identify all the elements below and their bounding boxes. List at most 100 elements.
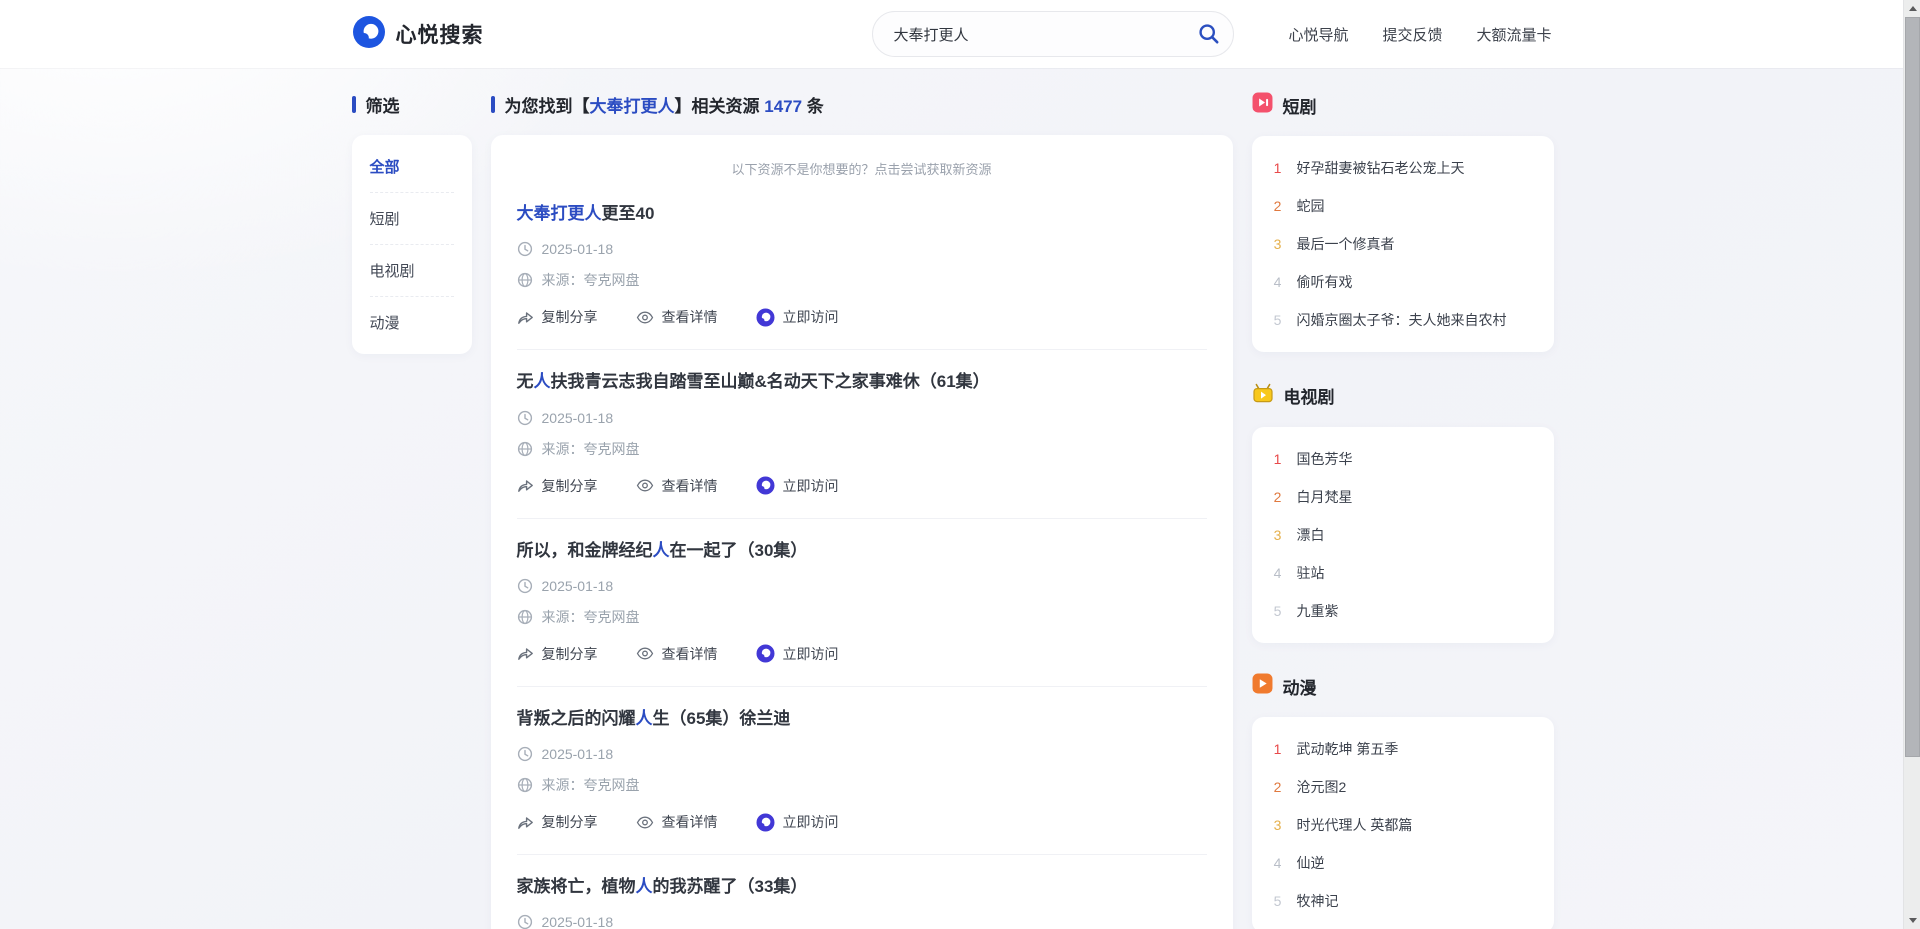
rank-group-heading: 电视剧	[1252, 382, 1554, 409]
results-heading: 为您找到【大奉打更人】相关资源 1477 条	[490, 92, 1233, 117]
result-title[interactable]: 大奉打更人更至40	[517, 203, 1207, 224]
result-date: 2025-01-18	[541, 241, 614, 258]
filter-item[interactable]: 短剧	[369, 193, 454, 245]
result-actions: 复制分享 查看详情 立即访问	[517, 307, 1207, 327]
copy-share-button[interactable]: 复制分享	[517, 644, 598, 664]
result-date-row: 2025-01-18	[517, 746, 1207, 762]
copy-share-button[interactable]: 复制分享	[517, 812, 598, 832]
heading-accent-bar	[490, 96, 495, 113]
logo[interactable]: 心悦搜索	[352, 15, 484, 54]
heading-accent-bar	[351, 96, 356, 113]
rank-number: 2	[1273, 779, 1282, 795]
rank-item[interactable]: 1 国色芳华	[1272, 440, 1534, 478]
view-detail-button[interactable]: 查看详情	[636, 644, 718, 664]
rank-group-heading: 短剧	[1252, 92, 1554, 118]
quark-disk-icon	[756, 813, 774, 831]
share-icon	[517, 648, 533, 661]
result-actions: 复制分享 查看详情 立即访问	[517, 476, 1207, 496]
rank-group: 短剧 1 好孕甜妻被钻石老公宠上天 2 蛇园 3 最后一个修真者 4 偷听有戏 5 闪婚京圈太子爷…	[1251, 92, 1554, 352]
rank-number: 4	[1273, 855, 1282, 871]
scrollbar-down-button[interactable]	[1904, 912, 1920, 929]
rank-item[interactable]: 3 最后一个修真者	[1272, 225, 1534, 263]
rank-item-label: 沧元图2	[1296, 779, 1347, 795]
rank-item[interactable]: 4 驻站	[1272, 554, 1534, 592]
rank-item[interactable]: 5 牧神记	[1272, 882, 1534, 920]
rank-item-label: 国色芳华	[1296, 451, 1353, 467]
copy-share-button[interactable]: 复制分享	[517, 307, 598, 327]
result-date-row: 2025-01-18	[517, 241, 1207, 257]
clock-icon	[517, 578, 532, 593]
result-source-row: 来源：夸克网盘	[517, 439, 1207, 459]
quark-disk-icon	[756, 644, 774, 663]
filter-heading-label: 筛选	[365, 97, 400, 116]
logo-text: 心悦搜索	[395, 24, 484, 47]
rank-item-label: 白月梵星	[1296, 489, 1353, 505]
share-icon	[517, 816, 533, 829]
globe-icon	[517, 441, 532, 456]
logo-icon	[352, 15, 386, 54]
rank-number: 2	[1273, 489, 1282, 505]
rank-item[interactable]: 1 武动乾坤 第五季	[1272, 730, 1534, 768]
visit-now-button[interactable]: 立即访问	[756, 644, 839, 664]
filter-sidebar: 筛选 全部 短剧 电视剧 动漫	[351, 92, 472, 354]
rank-item[interactable]: 2 白月梵星	[1272, 478, 1534, 516]
page: 心悦搜索 心悦导航 提交反馈 大额流量卡	[0, 0, 1903, 929]
result-date: 2025-01-18	[541, 914, 614, 929]
result-title[interactable]: 家族将亡，植物人的我苏醒了（33集）	[517, 876, 1207, 897]
rank-item-label: 漂白	[1296, 527, 1325, 543]
rank-item[interactable]: 5 闪婚京圈太子爷：夫人她来自农村	[1272, 301, 1534, 339]
result-source: 来源：夸克网盘	[541, 272, 640, 289]
visit-now-button[interactable]: 立即访问	[756, 476, 839, 496]
nav-link-feedback[interactable]: 提交反馈	[1382, 24, 1442, 45]
search-button[interactable]	[1198, 23, 1220, 45]
rank-number: 5	[1273, 312, 1282, 328]
rank-item[interactable]: 4 偷听有戏	[1272, 263, 1534, 301]
topbar: 心悦搜索 心悦导航 提交反馈 大额流量卡	[0, 0, 1903, 68]
scrollbar-up-button[interactable]	[1904, 0, 1920, 17]
result-title[interactable]: 背叛之后的闪耀人生（65集）徐兰迪	[517, 708, 1207, 729]
visit-now-button[interactable]: 立即访问	[756, 812, 839, 832]
rank-item[interactable]: 2 沧元图2	[1272, 768, 1534, 806]
results-heading-text: 为您找到【大奉打更人】相关资源 1477 条	[504, 97, 824, 116]
copy-share-button[interactable]: 复制分享	[517, 476, 598, 496]
rank-number: 1	[1273, 451, 1282, 467]
rank-item[interactable]: 1 好孕甜妻被钻石老公宠上天	[1272, 149, 1534, 187]
rank-number: 5	[1273, 893, 1282, 909]
result-title[interactable]: 无人扶我青云志我自踏雪至山巅&名动天下之家事难休（61集）	[517, 371, 1207, 392]
rank-item[interactable]: 5 九重紫	[1272, 592, 1534, 630]
result-item: 所以，和金牌经纪人在一起了（30集） 2025-01-18 来源：夸克网盘 复制…	[516, 519, 1207, 687]
result-title[interactable]: 所以，和金牌经纪人在一起了（30集）	[517, 540, 1207, 561]
rank-number: 3	[1273, 527, 1282, 543]
scrollbar[interactable]	[1903, 0, 1920, 929]
view-detail-button[interactable]: 查看详情	[636, 476, 718, 496]
tv-icon	[1252, 382, 1274, 409]
rank-group-title: 电视剧	[1283, 388, 1335, 407]
eye-icon	[636, 647, 653, 660]
filter-item[interactable]: 动漫	[370, 297, 454, 348]
rank-group-title: 动漫	[1282, 678, 1317, 698]
scrollbar-thumb[interactable]	[1905, 17, 1920, 757]
refresh-notice[interactable]: 以下资源不是你想要的？点击尝试获取新资源	[517, 143, 1207, 182]
rank-item-label: 仙逆	[1296, 855, 1325, 871]
rank-number: 4	[1273, 565, 1282, 581]
search-input[interactable]	[872, 11, 1235, 57]
filter-item[interactable]: 电视剧	[369, 245, 454, 297]
search-box	[872, 11, 1235, 57]
rank-item[interactable]: 3 漂白	[1272, 516, 1534, 554]
view-detail-button[interactable]: 查看详情	[636, 307, 718, 327]
rank-item-label: 九重紫	[1296, 603, 1339, 619]
nav-link-navigation[interactable]: 心悦导航	[1288, 24, 1348, 45]
rank-item-label: 武动乾坤 第五季	[1296, 741, 1399, 757]
rank-item-label: 闪婚京圈太子爷：夫人她来自农村	[1296, 312, 1507, 328]
rank-number: 1	[1273, 160, 1282, 176]
rank-item[interactable]: 2 蛇园	[1272, 187, 1534, 225]
rank-number: 3	[1273, 236, 1282, 252]
nav-link-data-card[interactable]: 大额流量卡	[1476, 24, 1551, 45]
filter-item[interactable]: 全部	[369, 141, 454, 193]
view-detail-button[interactable]: 查看详情	[636, 812, 718, 832]
rank-item[interactable]: 4 仙逆	[1272, 844, 1534, 882]
eye-icon	[636, 479, 653, 492]
rank-item-label: 牧神记	[1296, 893, 1339, 909]
visit-now-button[interactable]: 立即访问	[756, 307, 839, 327]
rank-item[interactable]: 3 时光代理人 英都篇	[1272, 806, 1534, 844]
